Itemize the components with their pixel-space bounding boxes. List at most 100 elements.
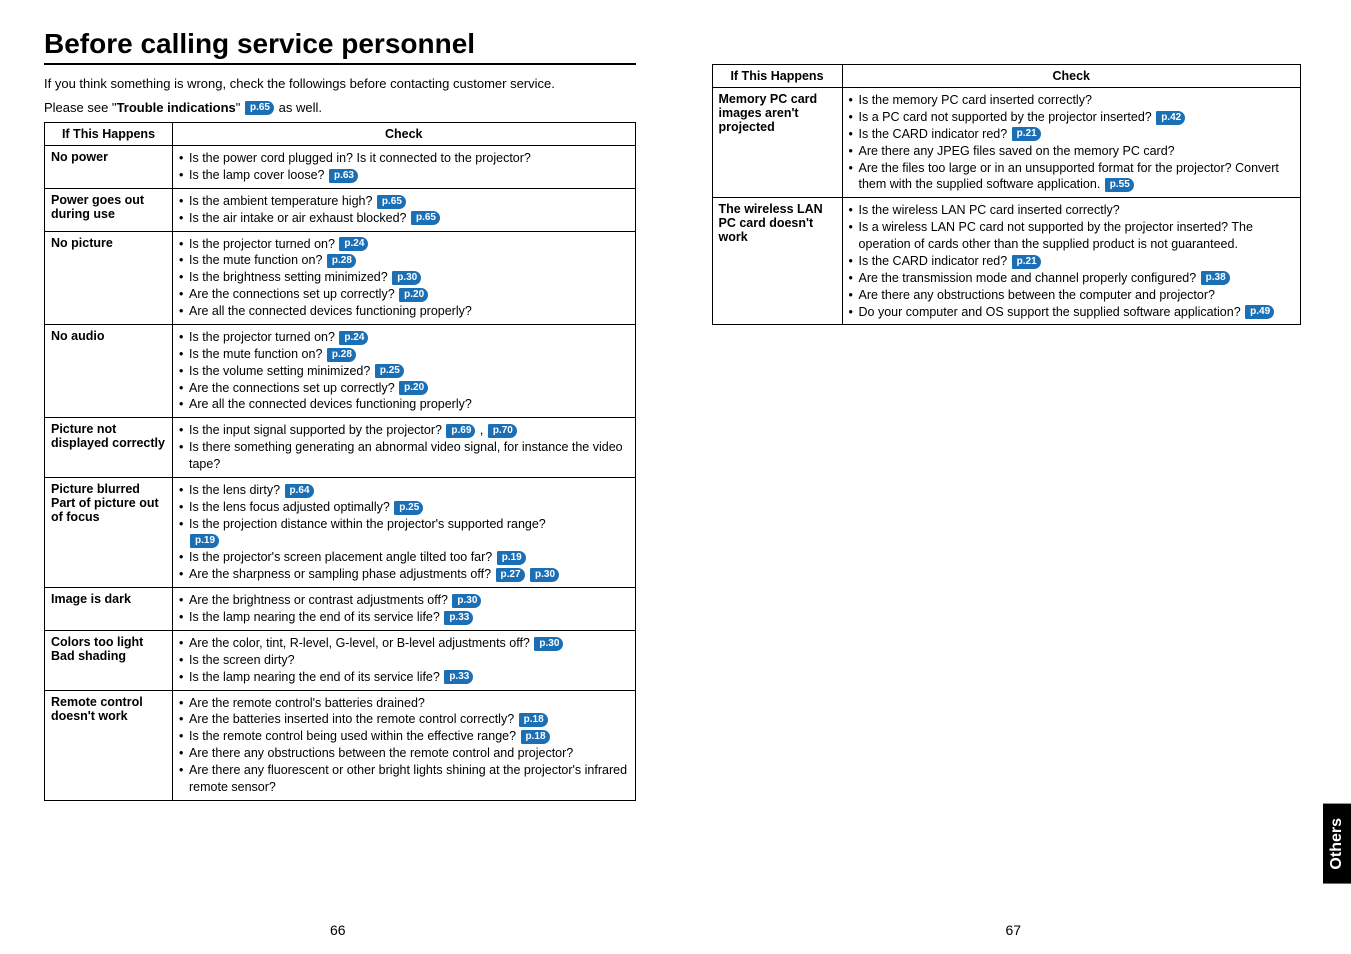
th-issue: If This Happens (712, 65, 842, 88)
page-ref-icon[interactable]: p.49 (1245, 305, 1274, 319)
page-ref-icon[interactable]: p.63 (329, 169, 358, 183)
check-item: Is the CARD indicator red? p.21 (849, 253, 1295, 270)
page-ref-icon[interactable]: p.25 (394, 501, 423, 515)
check-cell: Are the brightness or contrast adjustmen… (173, 588, 636, 631)
page-ref-icon[interactable]: p.21 (1012, 255, 1041, 269)
page-ref-icon[interactable]: p.25 (375, 364, 404, 378)
th-check: Check (842, 65, 1301, 88)
check-cell: Is the ambient temperature high? p.65Is … (173, 188, 636, 231)
page-ref-icon[interactable]: p.18 (521, 730, 550, 744)
check-item: Are there any fluorescent or other brigh… (179, 762, 629, 796)
page-ref-icon[interactable]: p.38 (1201, 271, 1230, 285)
check-item: Is the projector turned on? p.24 (179, 329, 629, 346)
th-check: Check (173, 123, 636, 146)
page-ref-icon[interactable]: p.30 (534, 637, 563, 651)
page-ref-icon[interactable]: p.20 (399, 288, 428, 302)
page-ref-icon[interactable]: p.28 (327, 254, 356, 268)
check-item: Is a PC card not supported by the projec… (849, 109, 1295, 126)
page-ref-icon[interactable]: p.69 (446, 424, 475, 438)
check-item: Are the transmission mode and channel pr… (849, 270, 1295, 287)
page-ref-icon[interactable]: p.55 (1105, 178, 1134, 192)
check-item: Is the projector's screen placement angl… (179, 549, 629, 566)
page-ref-icon[interactable]: p.24 (339, 237, 368, 251)
check-item: Is the ambient temperature high? p.65 (179, 193, 629, 210)
check-item: Is the lamp nearing the end of its servi… (179, 609, 629, 626)
issue-cell: Image is dark (45, 588, 173, 631)
check-item: Is the memory PC card inserted correctly… (849, 92, 1295, 109)
page-right: If This Happens Check Memory PC card ima… (676, 0, 1351, 954)
page-ref-icon[interactable]: p.21 (1012, 127, 1041, 141)
issue-cell: Memory PC card images aren't projected (712, 88, 842, 198)
page-ref-icon[interactable]: p.24 (339, 331, 368, 345)
troubleshoot-table-right: If This Happens Check Memory PC card ima… (712, 64, 1302, 325)
page-ref-icon[interactable]: p.42 (1156, 111, 1185, 125)
check-item: Do your computer and OS support the supp… (849, 304, 1295, 321)
check-cell: Is the projector turned on? p.24Is the m… (173, 324, 636, 417)
issue-cell: No picture (45, 231, 173, 324)
check-cell: Are the remote control's batteries drain… (173, 690, 636, 800)
check-item: Are the files too large or in an unsuppo… (849, 160, 1295, 194)
check-item: Is the projection distance within the pr… (179, 516, 629, 550)
check-item: Is the input signal supported by the pro… (179, 422, 629, 439)
check-item: Are the brightness or contrast adjustmen… (179, 592, 629, 609)
check-cell: Is the memory PC card inserted correctly… (842, 88, 1301, 198)
check-item: Is the remote control being used within … (179, 728, 629, 745)
check-item: Is the wireless LAN PC card inserted cor… (849, 202, 1295, 219)
page-title: Before calling service personnel (44, 28, 636, 65)
check-item: Is the mute function on? p.28 (179, 252, 629, 269)
page-ref-icon[interactable]: p.20 (399, 381, 428, 395)
check-cell: Are the color, tint, R-level, G-level, o… (173, 630, 636, 690)
page-ref-icon[interactable]: p.19 (190, 534, 219, 548)
check-item: Is the lamp nearing the end of its servi… (179, 669, 629, 686)
check-item: Is the mute function on? p.28 (179, 346, 629, 363)
page-ref-icon[interactable]: p.19 (497, 551, 526, 565)
check-cell: Is the lens dirty? p.64Is the lens focus… (173, 477, 636, 587)
page-ref-icon[interactable]: p.33 (444, 611, 473, 625)
check-item: Is a wireless LAN PC card not supported … (849, 219, 1295, 253)
table-row: No audioIs the projector turned on? p.24… (45, 324, 636, 417)
page-left: Before calling service personnel If you … (0, 0, 676, 954)
table-row: The wireless LAN PC card doesn't workIs … (712, 198, 1301, 325)
check-item: Are all the connected devices functionin… (179, 396, 629, 413)
page-number-left: 66 (0, 922, 676, 938)
page-ref-icon[interactable]: p.65 (411, 211, 440, 225)
issue-cell: Power goes out during use (45, 188, 173, 231)
check-item: Is the brightness setting minimized? p.3… (179, 269, 629, 286)
page-ref-icon[interactable]: p.18 (519, 713, 548, 727)
th-issue: If This Happens (45, 123, 173, 146)
page-number-right: 67 (676, 922, 1351, 938)
table-row: Memory PC card images aren't projected Is… (712, 88, 1301, 198)
page-ref-icon[interactable]: p.28 (327, 348, 356, 362)
page-ref-icon[interactable]: p.27 (496, 568, 525, 582)
table-row: No powerIs the power cord plugged in? Is… (45, 146, 636, 189)
check-item: Are the sharpness or sampling phase adju… (179, 566, 629, 583)
table-row: Picture not displayed correctly Is the in… (45, 418, 636, 478)
check-item: Is the air intake or air exhaust blocked… (179, 210, 629, 227)
table-row: Picture blurred Part of picture out of f… (45, 477, 636, 587)
check-item: Is the lamp cover loose? p.63 (179, 167, 629, 184)
check-item: Are there any obstructions between the c… (849, 287, 1295, 304)
page-ref-icon[interactable]: p.65 (377, 195, 406, 209)
check-item: Is the screen dirty? (179, 652, 629, 669)
page-ref-icon[interactable]: p.70 (488, 424, 517, 438)
troubleshoot-table-left: If This Happens Check No powerIs the pow… (44, 122, 636, 801)
intro-line-1: If you think something is wrong, check t… (44, 75, 636, 93)
page-ref-icon[interactable]: p.30 (530, 568, 559, 582)
page-ref-icon[interactable]: p.30 (452, 594, 481, 608)
table-row: Image is dark Are the brightness or contr… (45, 588, 636, 631)
page-ref-icon[interactable]: p.33 (444, 670, 473, 684)
check-item: Is the power cord plugged in? Is it conn… (179, 150, 629, 167)
side-tab-others: Others (1323, 804, 1351, 884)
page-ref-icon[interactable]: p.65 (245, 101, 274, 115)
check-item: Is the projector turned on? p.24 (179, 236, 629, 253)
page-ref-icon[interactable]: p.64 (285, 484, 314, 498)
table-row: No pictureIs the projector turned on? p.… (45, 231, 636, 324)
check-item: Is the CARD indicator red? p.21 (849, 126, 1295, 143)
issue-cell: The wireless LAN PC card doesn't work (712, 198, 842, 325)
check-cell: Is the projector turned on? p.24Is the m… (173, 231, 636, 324)
check-item: Is the lens dirty? p.64 (179, 482, 629, 499)
page-ref-icon[interactable]: p.30 (392, 271, 421, 285)
check-cell: Is the wireless LAN PC card inserted cor… (842, 198, 1301, 325)
issue-cell: Picture not displayed correctly (45, 418, 173, 478)
check-cell: Is the power cord plugged in? Is it conn… (173, 146, 636, 189)
